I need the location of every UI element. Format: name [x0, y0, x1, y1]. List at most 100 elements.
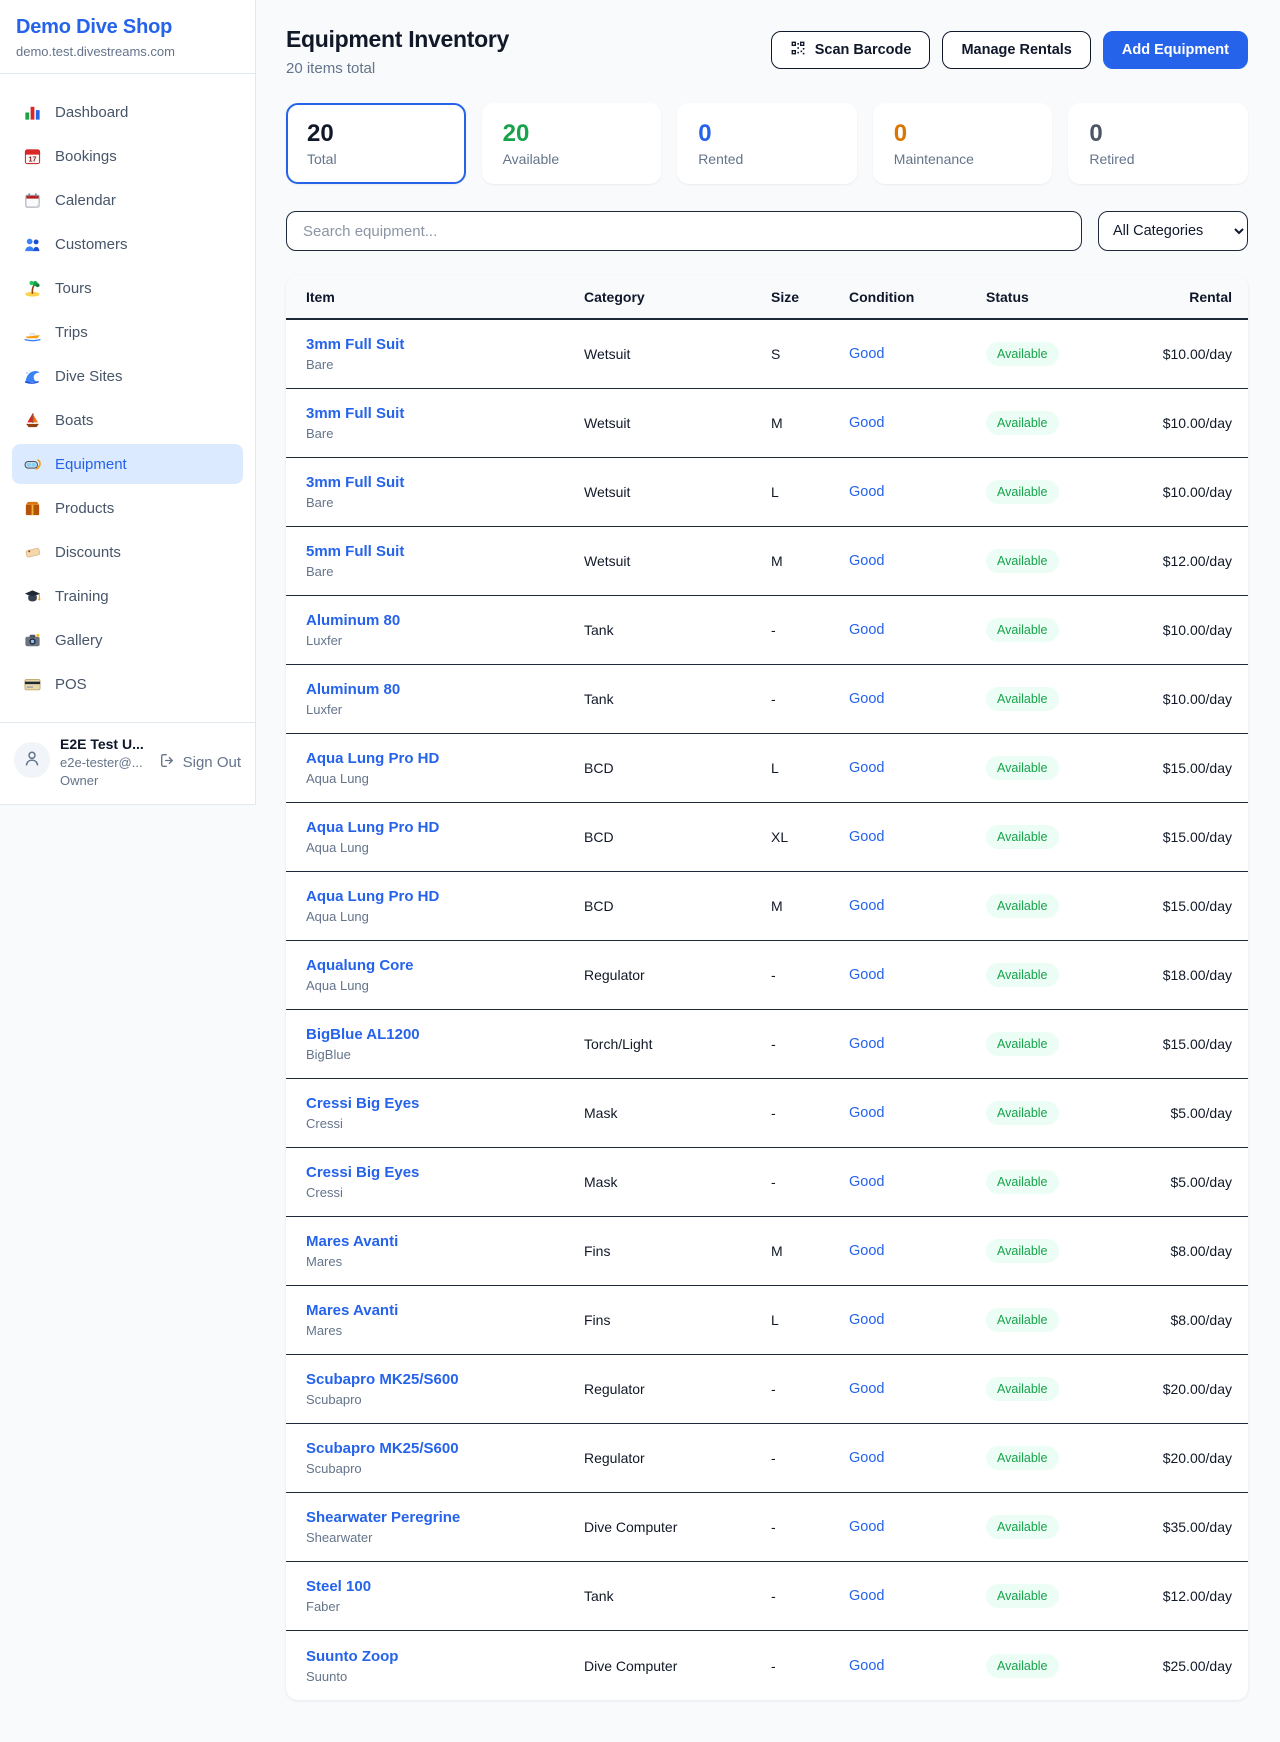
condition-link[interactable]: Good: [849, 1588, 884, 1604]
item-size: -: [771, 1588, 849, 1604]
brand-block: Demo Dive Shop demo.test.divestreams.com: [0, 0, 255, 74]
item-name-link[interactable]: Aqualung Core: [306, 957, 414, 974]
sidebar-item-bookings[interactable]: 17 Bookings: [12, 136, 243, 176]
manage-rentals-button[interactable]: Manage Rentals: [942, 31, 1090, 69]
item-category: Tank: [584, 1588, 771, 1604]
item-name-link[interactable]: 3mm Full Suit: [306, 474, 404, 491]
condition-link[interactable]: Good: [849, 1105, 884, 1121]
stat-card-rented[interactable]: 0 Rented: [677, 103, 857, 184]
sidebar-item-equipment[interactable]: Equipment: [12, 444, 243, 484]
item-rental: $15.00/day: [1132, 829, 1232, 845]
sidebar-item-calendar[interactable]: Calendar: [12, 180, 243, 220]
item-name-link[interactable]: 3mm Full Suit: [306, 336, 404, 353]
sidebar-item-pos[interactable]: POS: [12, 664, 243, 704]
condition-link[interactable]: Good: [849, 346, 884, 362]
sidebar-item-discounts[interactable]: Discounts: [12, 532, 243, 572]
user-info: E2E Test U... e2e-tester@... Owner: [60, 736, 144, 788]
stat-card-maintenance[interactable]: 0 Maintenance: [873, 103, 1053, 184]
item-brand: Luxfer: [306, 633, 584, 648]
condition-link[interactable]: Good: [849, 1519, 884, 1535]
item-name-link[interactable]: Aqua Lung Pro HD: [306, 888, 439, 905]
condition-link[interactable]: Good: [849, 829, 884, 845]
item-name-link[interactable]: Aqua Lung Pro HD: [306, 750, 439, 767]
condition-link[interactable]: Good: [849, 1312, 884, 1328]
condition-link[interactable]: Good: [849, 1381, 884, 1397]
condition-link[interactable]: Good: [849, 760, 884, 776]
condition-link[interactable]: Good: [849, 415, 884, 431]
svg-text:17: 17: [28, 155, 36, 163]
item-rental: $12.00/day: [1132, 1588, 1232, 1604]
condition-link[interactable]: Good: [849, 898, 884, 914]
item-category: Tank: [584, 691, 771, 707]
brand-domain: demo.test.divestreams.com: [16, 44, 239, 59]
condition-link[interactable]: Good: [849, 1658, 884, 1674]
condition-link[interactable]: Good: [849, 1450, 884, 1466]
add-equipment-button[interactable]: Add Equipment: [1103, 31, 1248, 69]
condition-link[interactable]: Good: [849, 553, 884, 569]
condition-link[interactable]: Good: [849, 967, 884, 983]
sign-out-button[interactable]: Sign Out: [159, 752, 241, 773]
item-brand: Suunto: [306, 1669, 584, 1684]
condition-link[interactable]: Good: [849, 622, 884, 638]
condition-link[interactable]: Good: [849, 484, 884, 500]
item-name-link[interactable]: Scubapro MK25/S600: [306, 1440, 459, 1457]
condition-link[interactable]: Good: [849, 691, 884, 707]
item-name-link[interactable]: 5mm Full Suit: [306, 543, 404, 560]
sidebar-item-label: Boats: [55, 412, 93, 429]
item-category: Regulator: [584, 967, 771, 983]
sidebar-item-label: Calendar: [55, 192, 116, 209]
item-rental: $10.00/day: [1132, 415, 1232, 431]
user-footer: E2E Test U... e2e-tester@... Owner Sign …: [0, 722, 255, 804]
sidebar-item-trips[interactable]: Trips: [12, 312, 243, 352]
item-name-link[interactable]: Aluminum 80: [306, 612, 400, 629]
stat-value: 0: [698, 120, 836, 148]
condition-link[interactable]: Good: [849, 1036, 884, 1052]
table-row: Shearwater Peregrine Shearwater Dive Com…: [286, 1493, 1248, 1562]
condition-link[interactable]: Good: [849, 1243, 884, 1259]
item-name-link[interactable]: Scubapro MK25/S600: [306, 1371, 459, 1388]
stat-card-retired[interactable]: 0 Retired: [1068, 103, 1248, 184]
item-name-link[interactable]: BigBlue AL1200: [306, 1026, 420, 1043]
status-badge: Available: [986, 1515, 1059, 1539]
sidebar-item-training[interactable]: Training: [12, 576, 243, 616]
item-name-link[interactable]: Steel 100: [306, 1578, 371, 1595]
status-badge: Available: [986, 480, 1059, 504]
category-select[interactable]: All Categories: [1098, 211, 1248, 251]
sidebar-item-boats[interactable]: Boats: [12, 400, 243, 440]
item-name-link[interactable]: Aqua Lung Pro HD: [306, 819, 439, 836]
item-name-link[interactable]: Cressi Big Eyes: [306, 1164, 419, 1181]
sidebar-item-dive-sites[interactable]: Dive Sites: [12, 356, 243, 396]
item-rental: $8.00/day: [1132, 1243, 1232, 1259]
sidebar-item-label: Gallery: [55, 632, 103, 649]
item-name-link[interactable]: Shearwater Peregrine: [306, 1509, 460, 1526]
condition-link[interactable]: Good: [849, 1174, 884, 1190]
item-brand: Scubapro: [306, 1392, 584, 1407]
scan-barcode-button[interactable]: Scan Barcode: [771, 31, 931, 69]
user-name: E2E Test U...: [60, 736, 144, 752]
item-name-link[interactable]: Aluminum 80: [306, 681, 400, 698]
sidebar-item-products[interactable]: Products: [12, 488, 243, 528]
item-size: L: [771, 760, 849, 776]
sidebar-item-gallery[interactable]: Gallery: [12, 620, 243, 660]
stat-card-available[interactable]: 20 Available: [482, 103, 662, 184]
stats-row: 20 Total 20 Available 0 Rented 0 Mainten…: [286, 103, 1248, 184]
manage-rentals-label: Manage Rentals: [961, 42, 1071, 58]
main-content: Equipment Inventory 20 items total Scan …: [256, 0, 1280, 1732]
search-input[interactable]: [286, 211, 1082, 251]
item-name-link[interactable]: Suunto Zoop: [306, 1648, 398, 1665]
brand-link[interactable]: Demo Dive Shop: [16, 16, 239, 39]
table-row: Aqua Lung Pro HD Aqua Lung BCD M Good Av…: [286, 872, 1248, 941]
sidebar-item-tours[interactable]: Tours: [12, 268, 243, 308]
item-rental: $20.00/day: [1132, 1381, 1232, 1397]
item-name-link[interactable]: Mares Avanti: [306, 1302, 398, 1319]
item-name-link[interactable]: Cressi Big Eyes: [306, 1095, 419, 1112]
item-rental: $10.00/day: [1132, 691, 1232, 707]
item-name-link[interactable]: 3mm Full Suit: [306, 405, 404, 422]
item-brand: Cressi: [306, 1185, 584, 1200]
item-rental: $25.00/day: [1132, 1658, 1232, 1674]
stat-card-total[interactable]: 20 Total: [286, 103, 466, 184]
item-name-link[interactable]: Mares Avanti: [306, 1233, 398, 1250]
sidebar-item-customers[interactable]: Customers: [12, 224, 243, 264]
item-category: Tank: [584, 622, 771, 638]
sidebar-item-dashboard[interactable]: Dashboard: [12, 92, 243, 132]
